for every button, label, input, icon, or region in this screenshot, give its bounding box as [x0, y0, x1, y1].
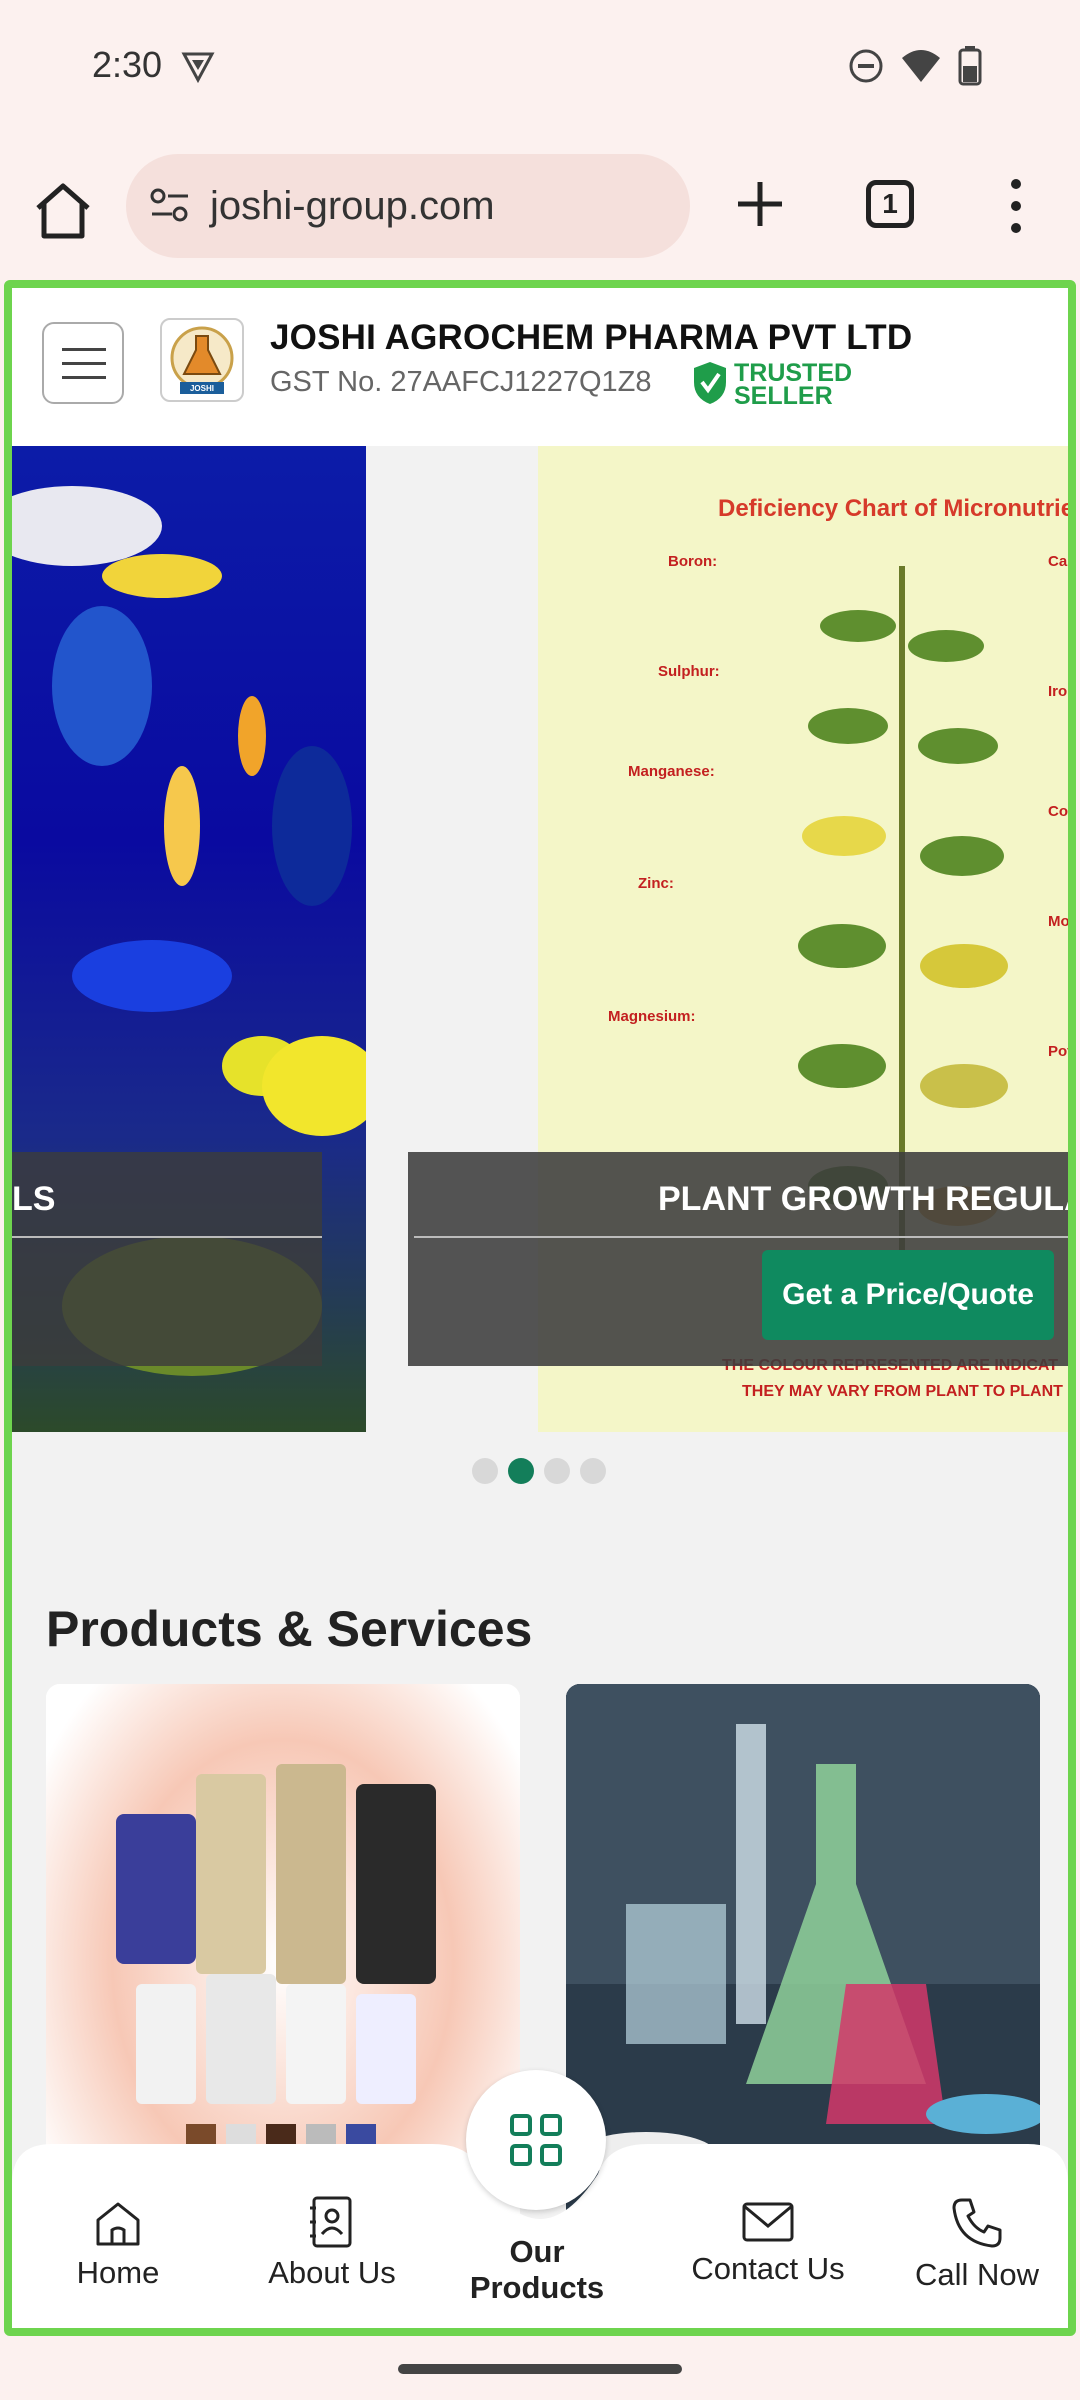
gesture-bar[interactable] — [398, 2364, 682, 2374]
carousel-indicators — [472, 1458, 616, 1484]
banner-carousel[interactable]: Deficiency Chart of Micronutrien Boron: … — [12, 446, 1068, 1432]
nav-home-label[interactable]: Home — [58, 2255, 178, 2291]
menu-button[interactable] — [42, 322, 124, 404]
svg-text:Magnesium:: Magnesium: — [608, 1008, 696, 1025]
logo-flask-icon: JOSHI — [170, 326, 234, 394]
do-not-disturb-icon — [849, 49, 883, 83]
nav-call-label[interactable]: Call Now — [902, 2257, 1052, 2293]
nav-our-products[interactable]: Our Products — [462, 2234, 612, 2306]
home-icon[interactable] — [30, 178, 96, 244]
mail-icon — [742, 2202, 794, 2242]
more-options-icon[interactable] — [1006, 176, 1026, 236]
trusted-seller-badge: TRUSTED SELLER — [690, 360, 860, 410]
shield-check-icon — [694, 362, 726, 404]
get-quote-button[interactable]: Get a Price/Quote — [762, 1250, 1054, 1340]
status-time: 2:30 — [92, 44, 163, 85]
nav-about-label[interactable]: About Us — [252, 2255, 412, 2291]
nav-about[interactable]: About Us — [252, 2194, 412, 2291]
battery-icon — [958, 46, 982, 86]
url-text[interactable]: joshi-group.com — [210, 184, 495, 229]
svg-text:Manganese:: Manganese: — [628, 763, 715, 780]
carousel-dot[interactable] — [544, 1458, 570, 1484]
tab-switcher-button[interactable]: 1 — [866, 180, 914, 228]
phone-icon — [952, 2198, 1002, 2248]
site-settings-icon[interactable] — [148, 184, 192, 228]
svg-text:Iron:: Iron: — [1048, 683, 1076, 700]
svg-text:JOSHI: JOSHI — [190, 384, 214, 393]
contact-book-icon — [310, 2196, 352, 2248]
nav-contact[interactable]: Contact Us — [678, 2198, 858, 2287]
svg-text:Boron:: Boron: — [668, 553, 717, 570]
nav-home[interactable]: Home — [58, 2198, 178, 2291]
nav-call[interactable]: Call Now — [902, 2194, 1052, 2293]
carousel-dot[interactable] — [472, 1458, 498, 1484]
svg-text:Calci: Calci — [1048, 553, 1076, 570]
slide-title-right[interactable]: PLANT GROWTH REGULA — [658, 1180, 1068, 1219]
company-name[interactable]: JOSHI AGROCHEM PHARMA PVT LTD — [270, 318, 912, 358]
site-header: JOSHI JOSHI AGROCHEM PHARMA PVT LTD GST … — [12, 288, 1068, 446]
carousel-dot-active[interactable] — [508, 1458, 534, 1484]
grid-icon — [510, 2114, 562, 2166]
slide-title-left[interactable]: LS — [12, 1180, 55, 1219]
svg-text:Potas: Potas — [1048, 1043, 1076, 1060]
our-products-fab[interactable] — [466, 2070, 606, 2210]
svg-text:THEY MAY VARY FROM PLANT TO PL: THEY MAY VARY FROM PLANT TO PLANT — [742, 1383, 1063, 1400]
svg-text:Zinc:: Zinc: — [638, 875, 674, 892]
wifi-icon — [902, 50, 940, 82]
vpn-shield-icon — [181, 52, 215, 84]
carousel-dot[interactable] — [580, 1458, 606, 1484]
web-page: JOSHI JOSHI AGROCHEM PHARMA PVT LTD GST … — [4, 280, 1076, 2336]
slide-caption-right[interactable]: PLANT GROWTH REGULA Get a Price/Quote — [408, 1152, 1068, 1366]
company-logo[interactable]: JOSHI — [160, 318, 244, 402]
nav-products-label-1[interactable]: Our — [462, 2234, 612, 2270]
section-title: Products & Services — [46, 1601, 533, 1657]
browser-toolbar: joshi-group.com 1 — [0, 140, 1080, 280]
svg-text:Sulphur:: Sulphur: — [658, 663, 720, 680]
svg-text:Copp: Copp — [1048, 803, 1076, 820]
slide-caption-left[interactable]: LS — [12, 1152, 322, 1366]
status-bar: 2:30 — [0, 0, 1080, 140]
nav-products-label-2[interactable]: Products — [462, 2270, 612, 2306]
new-tab-icon[interactable] — [730, 174, 790, 234]
address-bar[interactable]: joshi-group.com — [126, 154, 690, 258]
nav-contact-label[interactable]: Contact Us — [678, 2251, 858, 2287]
svg-text:Deficiency Chart of Micronutri: Deficiency Chart of Micronutrien — [718, 495, 1076, 522]
gst-number: GST No. 27AAFCJ1227Q1Z8 — [270, 366, 652, 398]
home-icon — [96, 2202, 140, 2246]
svg-text:Molyl: Molyl — [1048, 913, 1076, 930]
